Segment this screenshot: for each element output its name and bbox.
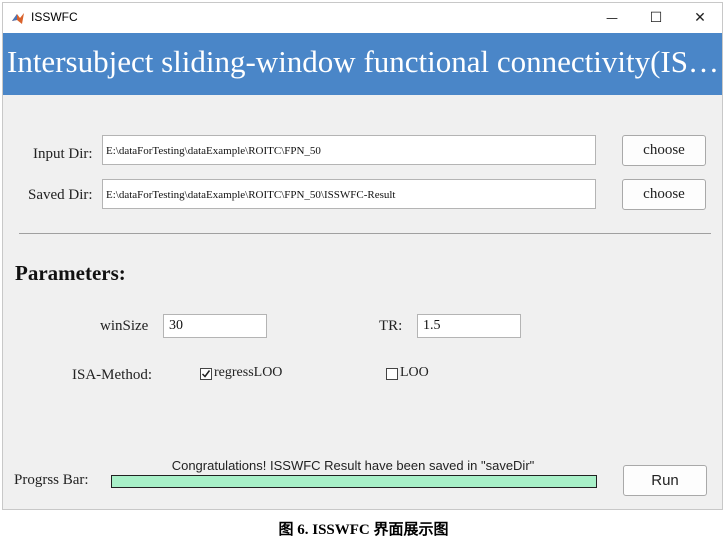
loo-checkbox[interactable] xyxy=(386,368,398,380)
title-bar: ISSWFC — ☐ ✕ xyxy=(3,3,722,33)
figure-caption: 图 6. ISSWFC 界面展示图 xyxy=(278,522,449,538)
loo-label: LOO xyxy=(400,365,429,380)
progress-bar xyxy=(111,475,597,488)
progress-label: Progrss Bar: xyxy=(14,472,89,488)
tr-input[interactable]: 1.5 xyxy=(417,314,521,338)
tr-label: TR: xyxy=(379,318,403,334)
minimize-icon: — xyxy=(606,11,618,25)
saved-dir-label: Saved Dir: xyxy=(28,187,93,203)
minimize-button[interactable]: — xyxy=(589,3,635,33)
regressloo-checkbox[interactable] xyxy=(200,368,212,380)
window-title: ISSWFC xyxy=(31,10,78,24)
banner-title: Intersubject sliding-window functional c… xyxy=(7,44,719,79)
winsize-input[interactable]: 30 xyxy=(163,314,267,338)
status-message: Congratulations! ISSWFC Result have been… xyxy=(171,458,535,473)
close-button[interactable]: ✕ xyxy=(677,3,723,33)
maximize-icon: ☐ xyxy=(649,10,663,26)
choose-input-button[interactable]: choose xyxy=(622,135,706,166)
app-window: ISSWFC — ☐ ✕ Intersubject sliding-window… xyxy=(2,2,723,510)
regressloo-label: regressLOO xyxy=(214,365,283,380)
header-banner: Intersubject sliding-window functional c… xyxy=(3,33,722,95)
matlab-icon xyxy=(12,13,24,24)
run-button[interactable]: Run xyxy=(623,465,707,496)
input-dir-field[interactable]: E:\dataForTesting\dataExample\ROITC\FPN_… xyxy=(102,135,596,165)
saved-dir-field[interactable]: E:\dataForTesting\dataExample\ROITC\FPN_… xyxy=(102,179,596,209)
maximize-button[interactable]: ☐ xyxy=(633,3,679,33)
section-divider xyxy=(19,233,711,234)
winsize-label: winSize xyxy=(100,318,149,334)
choose-saved-button[interactable]: choose xyxy=(622,179,706,210)
progress-bar-fill xyxy=(112,476,596,487)
parameters-heading: Parameters: xyxy=(15,261,126,285)
close-icon: ✕ xyxy=(694,10,706,26)
input-dir-label: Input Dir: xyxy=(33,146,93,162)
checkmark-icon xyxy=(201,370,211,378)
isa-method-label: ISA-Method: xyxy=(72,367,152,383)
